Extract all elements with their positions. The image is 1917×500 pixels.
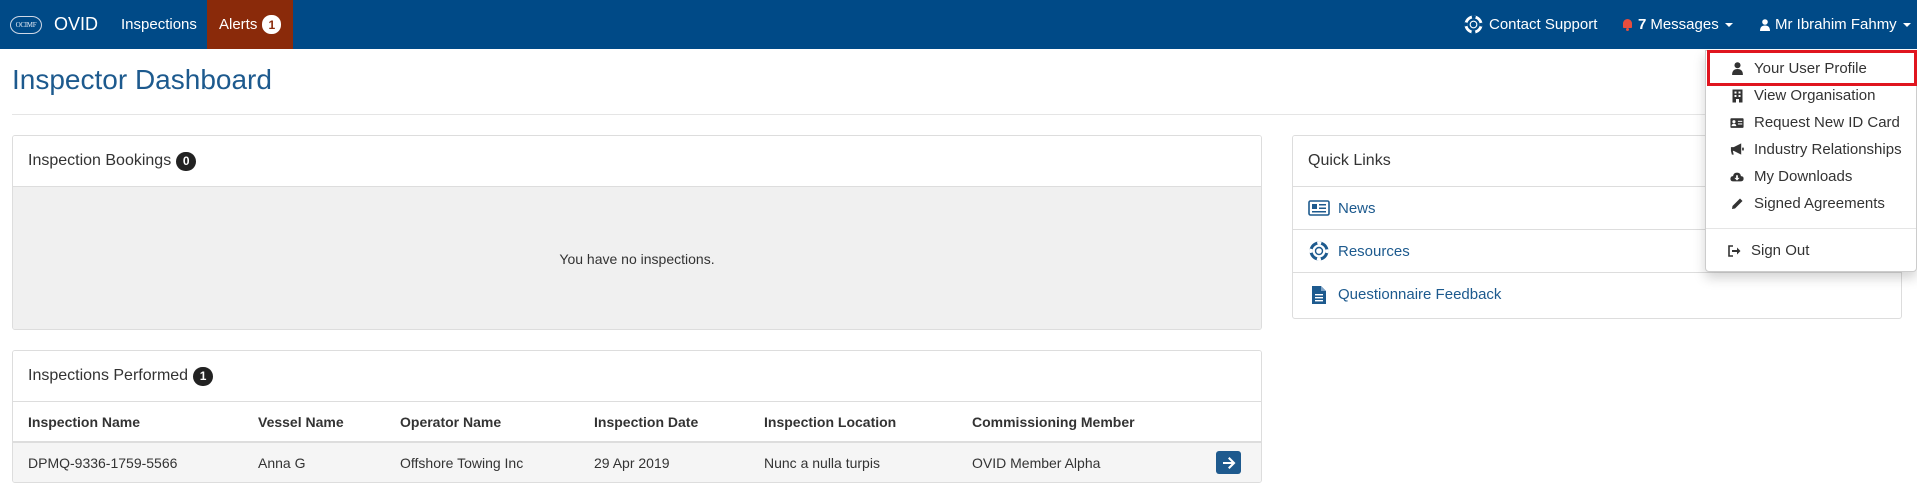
panel-title: Quick Links: [1308, 152, 1391, 169]
performed-count-badge: 1: [193, 366, 214, 386]
bookings-count-badge: 0: [176, 151, 197, 171]
menu-divider: [1706, 228, 1916, 229]
column-header[interactable]: Vessel Name: [243, 402, 385, 443]
empty-state: You have no inspections.: [13, 187, 1261, 329]
menu-item-signed-agreements[interactable]: Signed Agreements: [1706, 190, 1916, 217]
menu-item-industry-relationships[interactable]: Industry Relationships: [1706, 136, 1916, 163]
inspections-performed-panel: Inspections Performed 1 Inspection Name …: [12, 350, 1262, 483]
panel-heading: Inspection Bookings 0: [13, 136, 1261, 187]
nav-alerts[interactable]: Alerts 1: [207, 0, 294, 49]
user-menu-toggle[interactable]: Mr Ibrahim Fahmy: [1760, 0, 1911, 49]
menu-item-my-downloads[interactable]: My Downloads: [1706, 163, 1916, 190]
panel-heading: Inspections Performed 1: [13, 351, 1261, 402]
quick-link-label: News: [1338, 199, 1376, 217]
table-row[interactable]: DPMQ-9336-1759-5566 Anna G Offshore Towi…: [13, 442, 1261, 482]
building-icon: [1730, 89, 1744, 103]
column-header[interactable]: Inspection Name: [13, 402, 243, 443]
lifebuoy-icon: [1308, 240, 1330, 262]
brand[interactable]: OCIMF OVID: [10, 0, 98, 49]
cell-commissioning-member: OVID Member Alpha: [957, 442, 1201, 482]
messages-dropdown[interactable]: 7 Messages: [1622, 0, 1733, 49]
column-header[interactable]: Inspection Location: [749, 402, 957, 443]
ocimf-logo: OCIMF: [10, 15, 42, 34]
bell-icon: [1622, 18, 1633, 31]
cell-inspection-name: DPMQ-9336-1759-5566: [13, 442, 243, 482]
arrow-right-icon: [1222, 456, 1235, 469]
caret-down-icon: [1902, 22, 1911, 27]
inspections-table: Inspection Name Vessel Name Operator Nam…: [13, 402, 1261, 482]
nav-alerts-label: Alerts: [219, 16, 258, 33]
document-icon: [1308, 284, 1330, 306]
alerts-count-badge: 1: [262, 15, 282, 34]
menu-item-label: Request New ID Card: [1754, 114, 1900, 131]
cell-inspection-date: 29 Apr 2019: [579, 442, 749, 482]
menu-item-label: Industry Relationships: [1754, 141, 1902, 158]
column-header[interactable]: Operator Name: [385, 402, 579, 443]
column-header[interactable]: Commissioning Member: [957, 402, 1201, 443]
user-icon: [1760, 18, 1770, 31]
pencil-icon: [1730, 197, 1744, 211]
newspaper-icon: [1308, 197, 1330, 219]
menu-item-label: Sign Out: [1751, 242, 1810, 259]
nav-inspections[interactable]: Inspections: [121, 0, 197, 49]
megaphone-icon: [1730, 143, 1744, 157]
panel-title: Inspection Bookings: [28, 152, 172, 169]
user-name: Mr Ibrahim Fahmy: [1775, 16, 1897, 33]
brand-name: OVID: [54, 14, 99, 34]
menu-item-sign-out[interactable]: Sign Out: [1706, 237, 1916, 264]
page-title: Inspector Dashboard: [12, 64, 272, 95]
empty-state-text: You have no inspections.: [559, 250, 715, 267]
cell-action: [1201, 442, 1261, 482]
top-navbar: OCIMF OVID Inspections Alerts 1 Contact …: [0, 0, 1917, 49]
menu-item-view-organisation[interactable]: View Organisation: [1706, 82, 1916, 109]
cell-vessel-name: Anna G: [243, 442, 385, 482]
open-inspection-button[interactable]: [1216, 451, 1241, 474]
column-header[interactable]: Inspection Date: [579, 402, 749, 443]
title-divider: [12, 114, 1907, 115]
highlight-annotation: [1707, 50, 1917, 86]
cell-operator-name: Offshore Towing Inc: [385, 442, 579, 482]
nav-inspections-label: Inspections: [121, 16, 197, 33]
contact-support-label: Contact Support: [1489, 16, 1598, 33]
quick-link-label: Resources: [1338, 242, 1410, 260]
quick-link-label: Questionnaire Feedback: [1338, 286, 1502, 303]
contact-support-link[interactable]: Contact Support: [1464, 0, 1597, 49]
menu-item-label: My Downloads: [1754, 168, 1853, 185]
table-header-row: Inspection Name Vessel Name Operator Nam…: [13, 402, 1261, 443]
inspection-bookings-panel: Inspection Bookings 0 You have no inspec…: [12, 135, 1262, 330]
menu-item-request-id-card[interactable]: Request New ID Card: [1706, 109, 1916, 136]
menu-item-label: Signed Agreements: [1754, 195, 1885, 212]
cell-inspection-location: Nunc a nulla turpis: [749, 442, 957, 482]
id-card-icon: [1730, 116, 1744, 130]
caret-down-icon: [1724, 22, 1733, 27]
sign-out-icon: [1727, 244, 1741, 258]
panel-title: Inspections Performed: [28, 367, 189, 384]
column-header-actions: [1201, 402, 1261, 443]
messages-count: 7: [1638, 16, 1647, 33]
lifebuoy-icon: [1464, 15, 1483, 34]
messages-label: Messages: [1650, 16, 1719, 33]
quick-link-questionnaire-feedback[interactable]: Questionnaire Feedback: [1293, 273, 1901, 316]
menu-item-label: View Organisation: [1754, 87, 1876, 104]
cloud-download-icon: [1730, 170, 1744, 184]
